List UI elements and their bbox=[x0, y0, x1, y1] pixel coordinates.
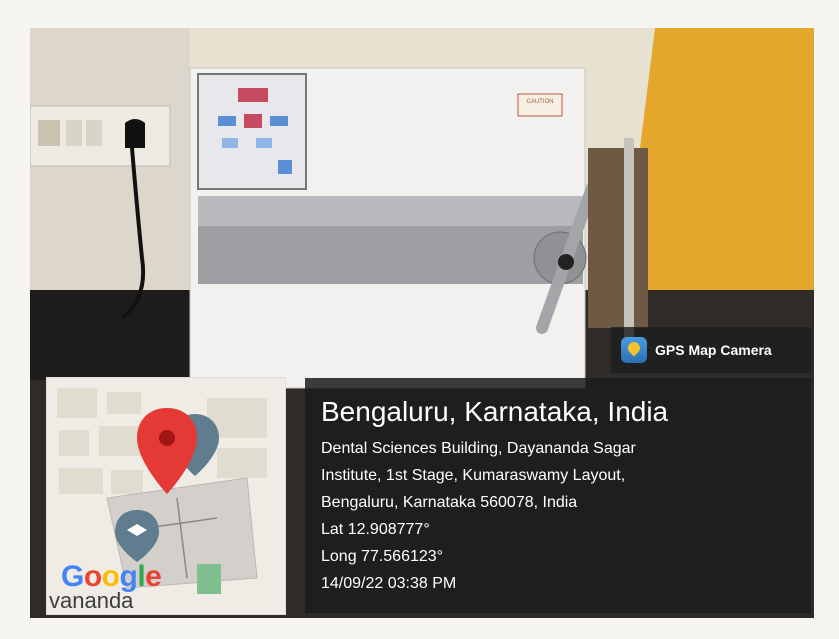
steel-drum bbox=[588, 148, 648, 328]
plug bbox=[125, 119, 145, 148]
latitude: Lat 12.908777° bbox=[321, 521, 430, 538]
button bbox=[218, 116, 236, 126]
caution-sign-text: CAUTION bbox=[527, 99, 554, 105]
display bbox=[238, 88, 268, 102]
location-info-panel: Bengaluru, Karnataka, India Dental Scien… bbox=[305, 378, 811, 613]
button bbox=[256, 138, 272, 148]
switch bbox=[66, 120, 82, 146]
google-logo-letter: l bbox=[137, 560, 146, 593]
steel-highlight bbox=[198, 196, 583, 226]
button bbox=[222, 138, 238, 148]
button bbox=[244, 114, 262, 128]
photo-frame: CAUTION GPS Map Camera Google vananda Be… bbox=[0, 0, 839, 639]
switch bbox=[86, 120, 102, 146]
location-pin-icon bbox=[137, 408, 197, 494]
drum-pipe bbox=[624, 138, 634, 338]
button bbox=[270, 116, 288, 126]
gps-map-camera-label: GPS Map Camera bbox=[655, 342, 772, 358]
switch bbox=[38, 120, 60, 146]
google-logo-letter: e bbox=[145, 560, 162, 593]
location-title: Bengaluru, Karnataka, India bbox=[321, 396, 669, 427]
gps-map-camera-icon bbox=[621, 337, 647, 363]
handle-hub bbox=[558, 254, 574, 270]
longitude: Long 77.566123° bbox=[321, 548, 444, 565]
address-line: Bengaluru, Karnataka 560078, India bbox=[321, 494, 578, 511]
address-line: Dental Sciences Building, Dayananda Saga… bbox=[321, 440, 636, 457]
address-line: Institute, 1st Stage, Kumaraswamy Layout… bbox=[321, 467, 626, 484]
map-thumbnail: Google vananda bbox=[46, 377, 286, 615]
caution-sign bbox=[517, 93, 563, 117]
datetime: 14/09/22 03:38 PM bbox=[321, 575, 457, 592]
wall-left bbox=[30, 28, 190, 328]
button bbox=[278, 160, 292, 174]
map-place-label: vananda bbox=[49, 588, 134, 613]
monitor bbox=[30, 290, 205, 380]
gps-map-camera-badge: GPS Map Camera bbox=[611, 327, 811, 373]
location-pin-dot bbox=[159, 430, 175, 446]
